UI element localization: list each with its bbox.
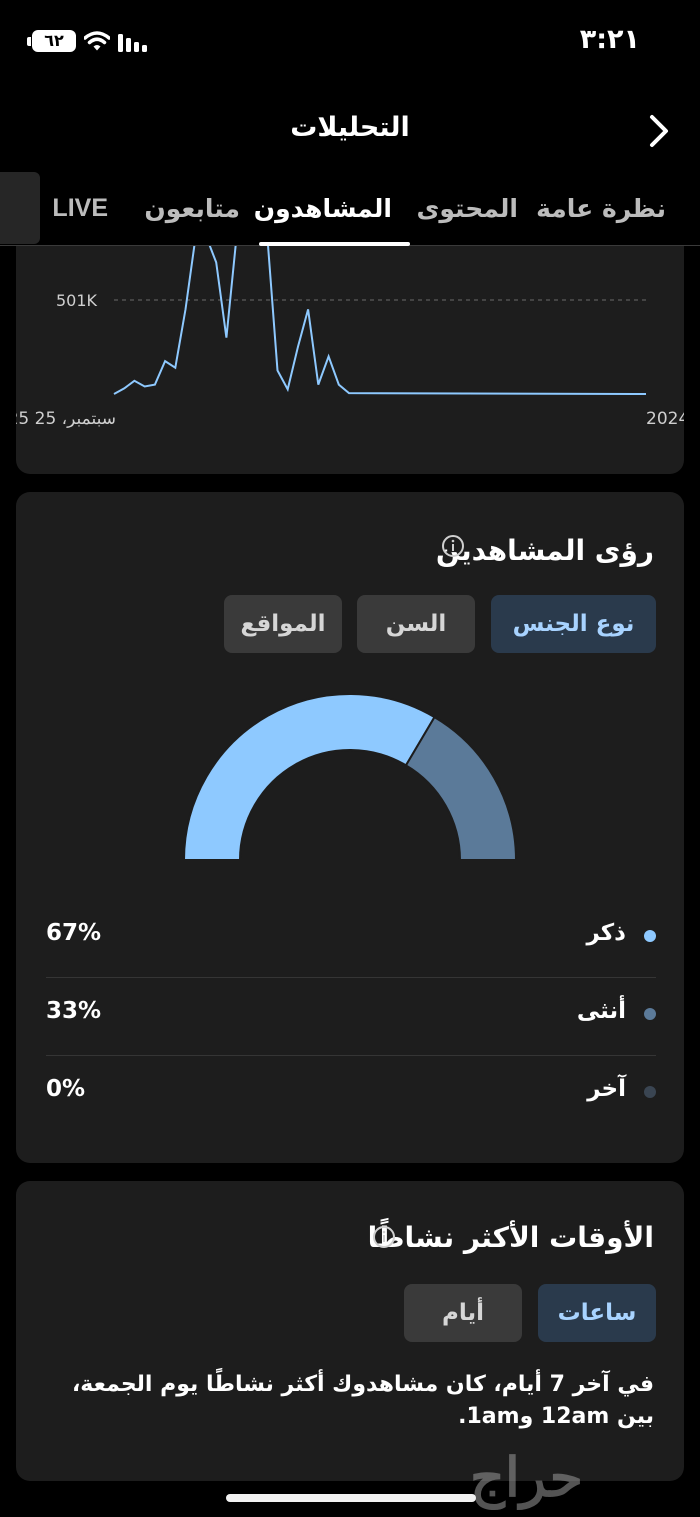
viewer-insights-title: رؤى المشاهدين (435, 534, 654, 567)
legend-value-other: 0% (46, 1076, 86, 1102)
active-times-description: في آخر 7 أيام، كان مشاهدوك أكثر نشاطًا ي… (71, 1372, 654, 1429)
tab-overview[interactable]: نظرة عامة (536, 194, 666, 223)
gender-donut-chart (182, 693, 518, 861)
views-series-line (113, 246, 647, 395)
segment-locations[interactable]: المواقع (224, 595, 342, 653)
active-times-title: الأوقات الأكثر نشاطًا (367, 1221, 654, 1254)
tab-followers[interactable]: متابعون (144, 194, 240, 223)
viewer-insights-card: رؤى المشاهدين نوع الجنس السن المواقع ذكر… (16, 492, 684, 1163)
legend-dot-male (644, 930, 656, 942)
x-start-label: سبتمبر، 26 2024 (646, 409, 684, 429)
legend-label-male: ذكر (586, 920, 627, 946)
status-bar: ٦٢ ٣:٢١ (0, 0, 700, 86)
donut-slice-0 (182, 693, 436, 861)
tab-content[interactable]: المحتوى (416, 194, 518, 223)
views-chart-card: 501K سبتمبر، 25 2025 سبتمبر، 26 2024 (16, 246, 684, 474)
tab-bar: نظرة عامة المحتوى المشاهدون متابعون LIVE (0, 178, 700, 246)
legend-label-female: أنثى (576, 998, 626, 1024)
legend-value-male: 67% (46, 920, 102, 946)
legend-row: أنثى 33% (46, 978, 656, 1056)
back-chevron-icon[interactable] (648, 114, 670, 148)
legend-dot-female (644, 1008, 656, 1020)
legend-label-other: آخر (587, 1076, 626, 1102)
donut-slice-1 (404, 715, 518, 861)
segment-gender[interactable]: نوع الجنس (491, 595, 656, 653)
status-time: ٣:٢١ (579, 24, 640, 55)
wifi-icon (84, 31, 110, 51)
battery-tip (27, 37, 31, 46)
battery-icon: ٦٢ (32, 30, 76, 52)
views-line-chart: 501K سبتمبر، 25 2025 سبتمبر، 26 2024 (16, 246, 684, 429)
y-reference-label: 501K (56, 291, 98, 310)
segment-hours[interactable]: ساعات (538, 1284, 656, 1342)
tab-viewers[interactable]: المشاهدون (254, 194, 392, 223)
active-times-card: الأوقات الأكثر نشاطًا ساعات أيام في آخر … (16, 1181, 684, 1481)
page-title: التحليلات (290, 112, 410, 143)
legend-value-female: 33% (46, 998, 102, 1024)
watermark-logo: حراج (470, 1445, 584, 1509)
legend-row: آخر 0% (46, 1056, 656, 1134)
info-icon[interactable] (372, 1225, 396, 1249)
home-indicator (226, 1494, 476, 1502)
cellular-signal-icon (118, 34, 147, 52)
tab-live[interactable]: LIVE (52, 194, 108, 223)
info-icon[interactable] (441, 534, 465, 558)
segment-age[interactable]: السن (357, 595, 475, 653)
legend-dot-other (644, 1086, 656, 1098)
header: التحليلات (0, 100, 700, 160)
x-end-label: سبتمبر، 25 2025 (16, 409, 116, 429)
legend-row: ذكر 67% (46, 900, 656, 978)
segment-days[interactable]: أيام (404, 1284, 522, 1342)
